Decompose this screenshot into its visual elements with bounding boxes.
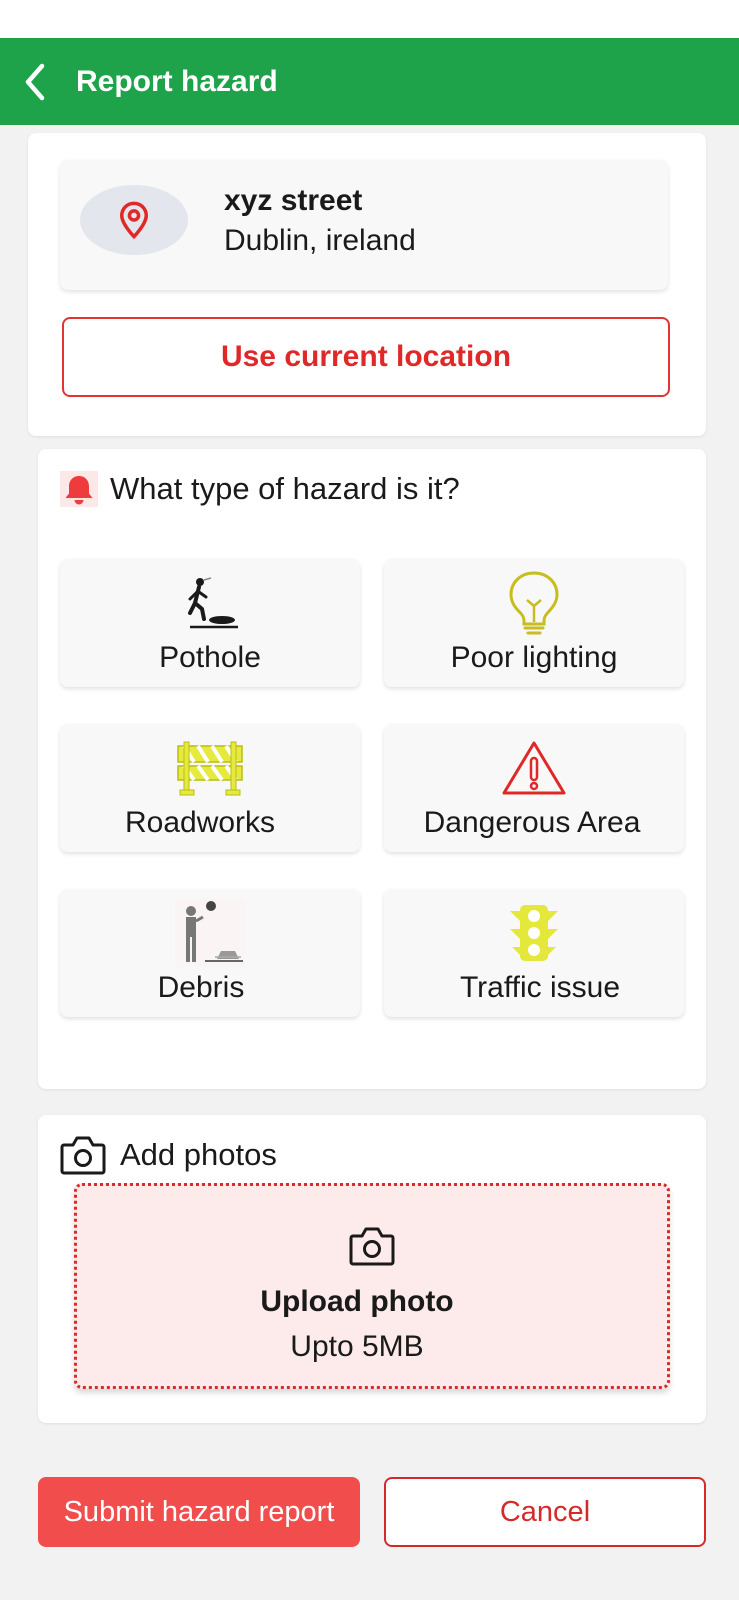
page-title: Report hazard [76,64,278,98]
status-bar [0,0,739,38]
hazard-option-label: Debris [157,971,245,1004]
bell-icon [60,471,98,507]
person-debris-icon [175,899,245,967]
hazard-option-debris[interactable]: Debris [60,889,360,1017]
hazard-type-card: What type of hazard is it? Pothole Poor … [38,449,706,1089]
warning-triangle-icon [502,741,566,795]
location-street: xyz street [224,184,363,217]
traffic-light-icon [510,905,558,961]
hazard-option-poor-lighting[interactable]: Poor lighting [384,559,684,687]
hazard-option-pothole[interactable]: Pothole [60,559,360,687]
submit-hazard-report-button[interactable]: Submit hazard report [38,1477,360,1547]
hazard-option-roadworks[interactable]: Roadworks [60,724,360,852]
location-card: xyz street Dublin, ireland Use current l… [28,133,706,436]
app-bar: Report hazard [0,38,739,125]
map-pin-icon [119,201,149,240]
pedestrian-manhole-icon [188,577,238,629]
selected-location[interactable]: xyz street Dublin, ireland [60,160,668,290]
camera-icon [60,1136,106,1175]
use-current-location-button[interactable]: Use current location [62,317,670,397]
hazard-header: What type of hazard is it? [60,471,460,507]
back-button[interactable] [0,38,70,125]
cancel-button[interactable]: Cancel [384,1477,706,1547]
camera-icon [349,1227,395,1266]
hazard-option-dangerous-area[interactable]: Dangerous Area [384,724,684,852]
pin-bubble [80,185,188,255]
chevron-left-icon [25,63,45,100]
hazard-option-label: Dangerous Area [423,806,641,839]
hazard-option-label: Roadworks [124,806,276,839]
location-city: Dublin, ireland [224,224,416,257]
add-photos-card: Add photos Upload photo Upto 5MB [38,1115,706,1423]
hazard-question: What type of hazard is it? [110,471,460,506]
hazard-option-label: Poor lighting [450,641,618,674]
hazard-option-label: Pothole [159,641,261,674]
light-bulb-icon [509,571,559,635]
hazard-option-traffic-issue[interactable]: Traffic issue [384,889,684,1017]
upload-photo-dropzone[interactable]: Upload photo Upto 5MB [74,1183,670,1389]
photos-header: Add photos [60,1135,277,1175]
upload-photo-title: Upload photo [260,1285,454,1318]
photos-title: Add photos [120,1137,277,1172]
upload-size-limit: Upto 5MB [290,1330,424,1363]
hazard-option-label: Traffic issue [459,971,621,1004]
road-barrier-icon [177,741,243,796]
